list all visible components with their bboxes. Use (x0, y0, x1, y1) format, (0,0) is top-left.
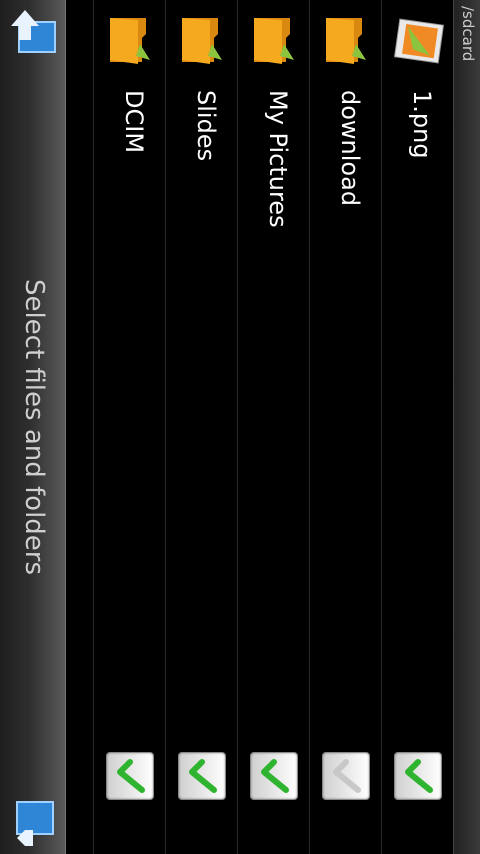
file-row[interactable]: DCIM (93, 0, 166, 854)
check-icon (333, 759, 361, 793)
current-path: /sdcard (459, 6, 477, 62)
file-list: 1.png download My Pictures Slides DCIM (66, 0, 454, 854)
file-name: My Pictures (264, 90, 292, 228)
screen: /sdcard 1.png download My Pictures Slide… (0, 0, 480, 854)
folder-icon (104, 14, 156, 66)
folder-icon (248, 14, 300, 66)
check-icon (405, 759, 433, 793)
check-icon (117, 759, 145, 793)
screen-title: Select files and folders (19, 278, 49, 576)
image-file-icon (392, 14, 444, 66)
checkbox[interactable] (178, 752, 226, 800)
file-row[interactable]: Slides (165, 0, 238, 854)
check-icon (189, 759, 217, 793)
select-all-icon[interactable] (5, 794, 61, 850)
checkbox[interactable] (394, 752, 442, 800)
checkbox[interactable] (250, 752, 298, 800)
bottom-bar: Select files and folders (0, 0, 66, 854)
folder-icon (176, 14, 228, 66)
file-name: download (336, 90, 364, 207)
folder-icon (320, 14, 372, 66)
file-row[interactable]: 1.png (381, 0, 454, 854)
file-name: DCIM (120, 90, 148, 154)
file-row[interactable]: download (309, 0, 382, 854)
file-name: 1.png (408, 90, 436, 159)
checkbox[interactable] (106, 752, 154, 800)
check-icon (261, 759, 289, 793)
path-bar: /sdcard (453, 0, 480, 854)
file-name: Slides (192, 90, 220, 162)
file-row[interactable]: My Pictures (237, 0, 310, 854)
checkbox[interactable] (322, 752, 370, 800)
